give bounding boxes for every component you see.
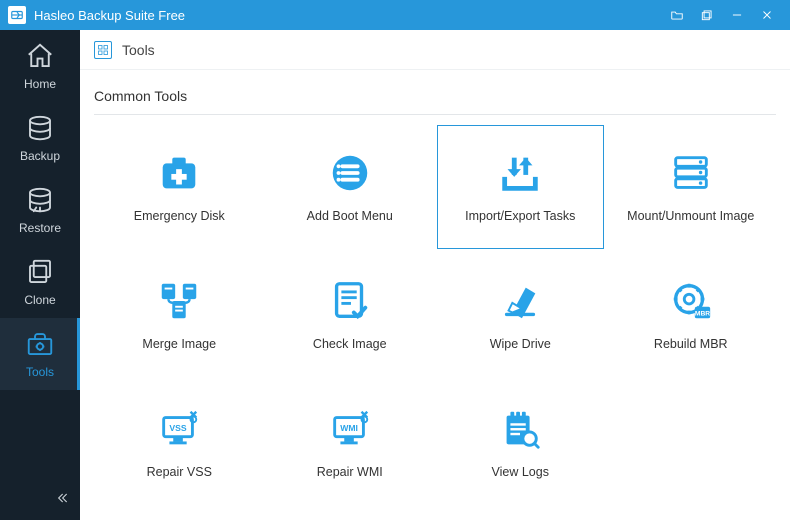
app-logo-icon bbox=[8, 6, 26, 24]
svg-text:VSS: VSS bbox=[170, 423, 187, 433]
tool-label: Emergency Disk bbox=[134, 209, 225, 225]
page-header: Tools bbox=[80, 30, 790, 70]
view-logs-icon bbox=[496, 405, 544, 453]
check-image-icon bbox=[326, 277, 374, 325]
tool-label: Merge Image bbox=[142, 337, 216, 353]
sidebar-item-label: Backup bbox=[20, 149, 60, 163]
tools-grid: Emergency Disk Add Boot Menu Import/Expo… bbox=[94, 123, 776, 507]
main: Tools Common Tools Emergency Disk Add Bo… bbox=[80, 30, 790, 520]
sidebar-item-tools[interactable]: Tools bbox=[0, 318, 80, 390]
divider bbox=[94, 114, 776, 115]
wipe-drive-icon bbox=[496, 277, 544, 325]
sidebar-collapse-button[interactable] bbox=[0, 484, 80, 512]
tool-label: Check Image bbox=[313, 337, 387, 353]
sidebar-item-label: Tools bbox=[26, 365, 54, 379]
titlebar: Hasleo Backup Suite Free bbox=[0, 0, 790, 30]
tool-view-logs[interactable]: View Logs bbox=[437, 381, 604, 505]
mount-unmount-icon bbox=[667, 149, 715, 197]
tool-label: Rebuild MBR bbox=[654, 337, 728, 353]
tool-rebuild-mbr[interactable]: MBR Rebuild MBR bbox=[608, 253, 775, 377]
tool-label: View Logs bbox=[492, 465, 549, 481]
sidebar: Home Backup Restore Clone Tools bbox=[0, 30, 80, 520]
tool-import-export-tasks[interactable]: Import/Export Tasks bbox=[437, 125, 604, 249]
tool-merge-image[interactable]: Merge Image bbox=[96, 253, 263, 377]
tool-mount-unmount-image[interactable]: Mount/Unmount Image bbox=[608, 125, 775, 249]
sidebar-item-label: Restore bbox=[19, 221, 61, 235]
tool-repair-vss[interactable]: VSS Repair VSS bbox=[96, 381, 263, 505]
rebuild-mbr-icon: MBR bbox=[667, 277, 715, 325]
tool-label: Repair WMI bbox=[317, 465, 383, 481]
tool-check-image[interactable]: Check Image bbox=[267, 253, 434, 377]
repair-vss-icon: VSS bbox=[155, 405, 203, 453]
app-title: Hasleo Backup Suite Free bbox=[34, 8, 662, 23]
content-area: Common Tools Emergency Disk Add Boot Men… bbox=[80, 70, 790, 520]
sidebar-item-clone[interactable]: Clone bbox=[0, 246, 80, 318]
section-title: Common Tools bbox=[94, 88, 776, 104]
tool-label: Mount/Unmount Image bbox=[627, 209, 754, 225]
tool-label: Import/Export Tasks bbox=[465, 209, 575, 225]
tool-label: Add Boot Menu bbox=[307, 209, 393, 225]
svg-text:MBR: MBR bbox=[695, 311, 710, 318]
sidebar-item-backup[interactable]: Backup bbox=[0, 102, 80, 174]
tool-wipe-drive[interactable]: Wipe Drive bbox=[437, 253, 604, 377]
merge-image-icon bbox=[155, 277, 203, 325]
titlebar-minimize-button[interactable] bbox=[722, 0, 752, 30]
titlebar-restore-button[interactable] bbox=[692, 0, 722, 30]
svg-text:WMI: WMI bbox=[340, 423, 358, 433]
emergency-disk-icon bbox=[155, 149, 203, 197]
sidebar-item-label: Clone bbox=[24, 293, 55, 307]
tool-repair-wmi[interactable]: WMI Repair WMI bbox=[267, 381, 434, 505]
tools-header-icon bbox=[94, 41, 112, 59]
tool-add-boot-menu[interactable]: Add Boot Menu bbox=[267, 125, 434, 249]
sidebar-item-restore[interactable]: Restore bbox=[0, 174, 80, 246]
titlebar-open-button[interactable] bbox=[662, 0, 692, 30]
tool-label: Repair VSS bbox=[147, 465, 212, 481]
page-title: Tools bbox=[122, 42, 155, 58]
add-boot-menu-icon bbox=[326, 149, 374, 197]
sidebar-item-label: Home bbox=[24, 77, 56, 91]
tool-label: Wipe Drive bbox=[490, 337, 551, 353]
tool-emergency-disk[interactable]: Emergency Disk bbox=[96, 125, 263, 249]
titlebar-close-button[interactable] bbox=[752, 0, 782, 30]
sidebar-item-home[interactable]: Home bbox=[0, 30, 80, 102]
repair-wmi-icon: WMI bbox=[326, 405, 374, 453]
import-export-icon bbox=[496, 149, 544, 197]
